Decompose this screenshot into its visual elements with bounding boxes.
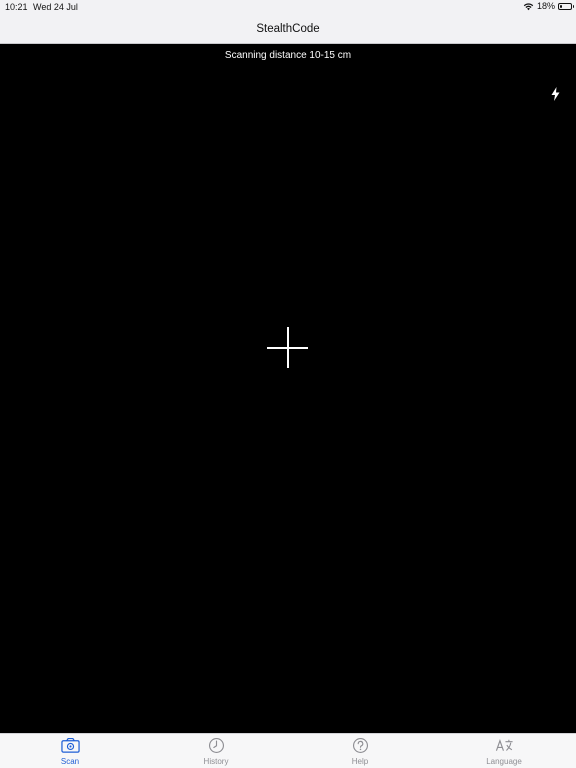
clock-icon	[208, 737, 224, 754]
battery-tip	[572, 5, 574, 8]
camera-scan-icon	[60, 737, 80, 753]
scan-distance-hint: Scanning distance 10-15 cm	[224, 50, 352, 61]
battery-percent: 18%	[536, 1, 555, 11]
translate-icon	[495, 739, 513, 751]
app-screen: 10:21 Wed 24 Jul 18% StealthCode Scannin…	[0, 0, 576, 768]
question-circle-icon	[352, 737, 368, 754]
status-bar: 10:21 Wed 24 Jul 18%	[0, 0, 576, 14]
lightning-bolt-icon	[551, 87, 559, 101]
tab-language[interactable]: Language	[464, 734, 544, 768]
tab-help-label: Help	[351, 757, 369, 766]
camera-viewfinder[interactable]: Scanning distance 10-15 cm	[0, 44, 576, 733]
page-title: StealthCode	[256, 22, 320, 35]
battery-icon	[558, 2, 574, 10]
tab-bar: Scan History Help Language	[0, 733, 576, 768]
crosshair-vertical-line	[286, 327, 289, 368]
battery-level-fill	[560, 4, 563, 8]
flash-toggle-button[interactable]	[546, 85, 564, 103]
navigation-bar: StealthCode	[0, 14, 576, 44]
tab-history[interactable]: History	[176, 734, 256, 768]
tab-history-label: History	[203, 757, 229, 766]
wifi-icon	[523, 2, 534, 10]
status-date: Wed 24 Jul	[33, 2, 78, 12]
plus-crosshair-icon	[267, 327, 308, 368]
tab-help[interactable]: Help	[320, 734, 400, 768]
tab-scan-label: Scan	[60, 757, 80, 766]
status-time: 10:21	[5, 2, 28, 12]
tab-scan[interactable]: Scan	[30, 734, 110, 768]
status-indicators: 18%	[523, 1, 574, 11]
tab-language-label: Language	[486, 757, 522, 766]
